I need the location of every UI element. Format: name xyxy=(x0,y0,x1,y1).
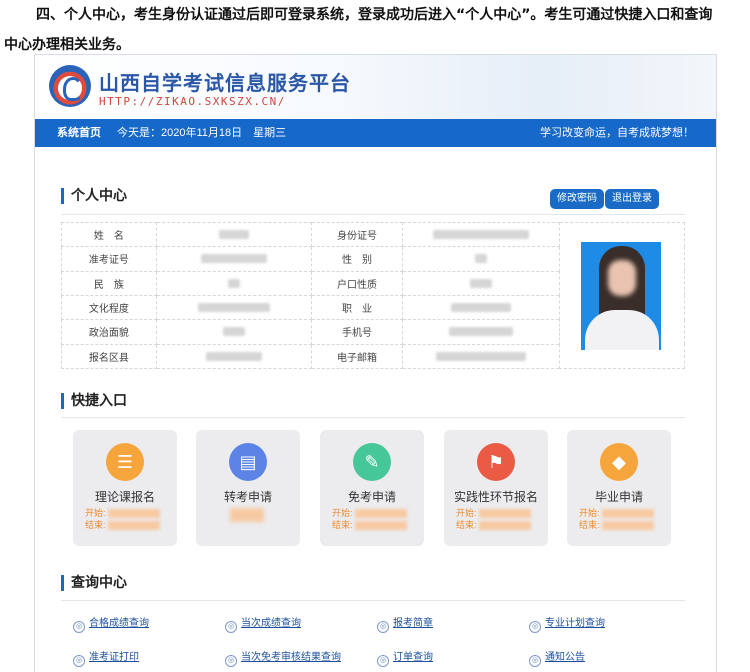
query-link-label: 订单查询 xyxy=(393,652,433,663)
field-value-masked xyxy=(402,270,561,296)
quick-card-graduation-application[interactable]: ◆ 毕业申请 开始: 结束: xyxy=(567,430,671,546)
logout-button[interactable]: 退出登录 xyxy=(605,189,659,209)
flag-icon: ⚑ xyxy=(477,443,515,481)
query-link-exam-guide[interactable]: ◎ 报考简章 xyxy=(377,617,433,633)
query-icon: ◎ xyxy=(529,621,541,633)
field-label: 户口性质 xyxy=(310,270,404,296)
field-label: 职 业 xyxy=(310,294,404,321)
site-title: 山西自学考试信息服务平台 xyxy=(99,71,351,95)
quick-card-label: 实践性环节报名 xyxy=(453,490,538,504)
query-icon: ◎ xyxy=(377,621,389,633)
start-label: 开始: xyxy=(579,508,600,518)
field-value-masked xyxy=(402,221,561,248)
query-link-exemption-result[interactable]: ◎ 当次免考审核结果查询 xyxy=(225,651,341,667)
quick-card-practical-registration[interactable]: ⚑ 实践性环节报名 开始: 结束: xyxy=(444,430,548,546)
quick-card-dates: 开始: 结束: xyxy=(85,507,160,531)
edit-password-button[interactable]: 修改密码 xyxy=(550,189,604,209)
personal-info-table: 姓 名 身份证号 准考证号 性 别 民 族 户口性质 文化程度 职 业 政治面貌… xyxy=(61,221,685,370)
site-banner: 山西自学考试信息服务平台 HTTP://ZIKAO.SXKSZX.CN/ xyxy=(35,55,716,119)
query-link-label: 合格成绩查询 xyxy=(89,618,149,629)
field-label: 电子邮箱 xyxy=(310,343,404,370)
personal-divider xyxy=(61,214,685,215)
quick-card-dates: 开始: 结束: xyxy=(579,507,654,531)
quick-card-label: 理论课报名 xyxy=(94,490,155,504)
end-label: 结束: xyxy=(85,520,106,530)
masked-dates xyxy=(230,508,264,522)
nav-slogan: 学习改变命运，自考成就梦想！ xyxy=(540,127,694,139)
screenshot-frame: 山西自学考试信息服务平台 HTTP://ZIKAO.SXKSZX.CN/ 系统首… xyxy=(34,54,717,672)
start-label: 开始: xyxy=(456,508,477,518)
query-link-label: 准考证打印 xyxy=(89,652,139,663)
query-link-order-query[interactable]: ◎ 订单查询 xyxy=(377,651,433,667)
quick-card-label: 毕业申请 xyxy=(594,490,643,504)
field-label: 性 别 xyxy=(310,246,404,272)
document-icon: ▤ xyxy=(229,443,267,481)
document-paragraph: 四、个人中心，考生身份认证通过后即可登录系统，登录成功后进入“个人中心”。考生可… xyxy=(0,0,750,60)
query-icon: ◎ xyxy=(73,621,85,633)
query-link-label: 当次免考审核结果查询 xyxy=(241,652,341,663)
field-label: 手机号 xyxy=(310,319,404,345)
field-value-masked xyxy=(155,246,312,272)
start-label: 开始: xyxy=(85,508,106,518)
nav-date: 今天是：2020年11月18日 星期三 xyxy=(117,127,287,139)
query-icon: ◎ xyxy=(529,655,541,667)
quick-card-dates: 开始: 结束: xyxy=(332,507,407,531)
quick-entry-title: 快捷入口 xyxy=(61,393,127,409)
photo-cell xyxy=(559,222,685,369)
query-link-admission-print[interactable]: ◎ 准考证打印 xyxy=(73,651,139,667)
query-icon: ◎ xyxy=(377,655,389,667)
query-icon: ◎ xyxy=(73,655,85,667)
nav-bar: 系统首页 今天是：2020年11月18日 星期三 学习改变命运，自考成就梦想！ xyxy=(35,119,716,147)
table-row: 姓 名 身份证号 xyxy=(61,221,685,369)
field-label: 政治面貌 xyxy=(61,319,157,345)
end-label: 结束: xyxy=(332,520,353,530)
query-link-label: 通知公告 xyxy=(545,652,585,663)
query-link-label: 当次成绩查询 xyxy=(241,618,301,629)
end-label: 结束: xyxy=(456,520,477,530)
field-value-masked xyxy=(155,343,312,370)
field-value-masked xyxy=(155,221,312,248)
field-label: 准考证号 xyxy=(61,246,157,272)
field-label: 姓 名 xyxy=(61,221,157,248)
query-link-major-plan[interactable]: ◎ 专业计划查询 xyxy=(529,617,605,633)
query-link-label: 报考简章 xyxy=(393,618,433,629)
field-value-masked xyxy=(402,246,561,272)
field-label: 民 族 xyxy=(61,270,157,296)
query-icon: ◎ xyxy=(225,621,237,633)
query-center-title: 查询中心 xyxy=(61,575,127,591)
field-label: 报名区县 xyxy=(61,343,157,370)
field-value-masked xyxy=(402,294,561,321)
edit-icon: ✎ xyxy=(353,443,391,481)
query-link-label: 专业计划查询 xyxy=(545,618,605,629)
paragraph-line-1: 四、个人中心，考生身份认证通过后即可登录系统，登录成功后进入“个人中心”。考生可… xyxy=(36,7,713,23)
field-value-masked xyxy=(155,319,312,345)
quick-card-exemption-application[interactable]: ✎ 免考申请 开始: 结束: xyxy=(320,430,424,546)
query-link-passed-scores[interactable]: ◎ 合格成绩查询 xyxy=(73,617,149,633)
query-link-notices[interactable]: ◎ 通知公告 xyxy=(529,651,585,667)
field-value-masked xyxy=(402,319,561,345)
quick-entry-divider xyxy=(61,417,685,418)
quick-card-label: 转考申请 xyxy=(223,490,272,504)
field-value-masked xyxy=(155,270,312,296)
quick-card-theory-registration[interactable]: ☰ 理论课报名 开始: 结束: xyxy=(73,430,177,546)
start-label: 开始: xyxy=(332,508,353,518)
field-value-masked xyxy=(155,294,312,321)
field-label: 文化程度 xyxy=(61,294,157,321)
field-value-masked xyxy=(402,343,561,370)
graduation-cap-icon: ◆ xyxy=(600,443,638,481)
layers-icon: ☰ xyxy=(106,443,144,481)
field-label: 身份证号 xyxy=(310,221,404,248)
student-photo xyxy=(581,242,662,350)
quick-card-label: 免考申请 xyxy=(347,490,396,504)
query-center-divider xyxy=(61,600,685,601)
quick-card-dates: 开始: 结束: xyxy=(456,507,531,531)
nav-home-link[interactable]: 系统首页 xyxy=(57,119,101,147)
site-url: HTTP://ZIKAO.SXKSZX.CN/ xyxy=(99,95,286,108)
quick-card-transfer-application[interactable]: ▤ 转考申请 xyxy=(196,430,300,546)
site-logo-icon xyxy=(49,65,91,107)
end-label: 结束: xyxy=(579,520,600,530)
personal-center-title: 个人中心 xyxy=(61,188,127,204)
query-icon: ◎ xyxy=(225,655,237,667)
query-link-current-scores[interactable]: ◎ 当次成绩查询 xyxy=(225,617,301,633)
